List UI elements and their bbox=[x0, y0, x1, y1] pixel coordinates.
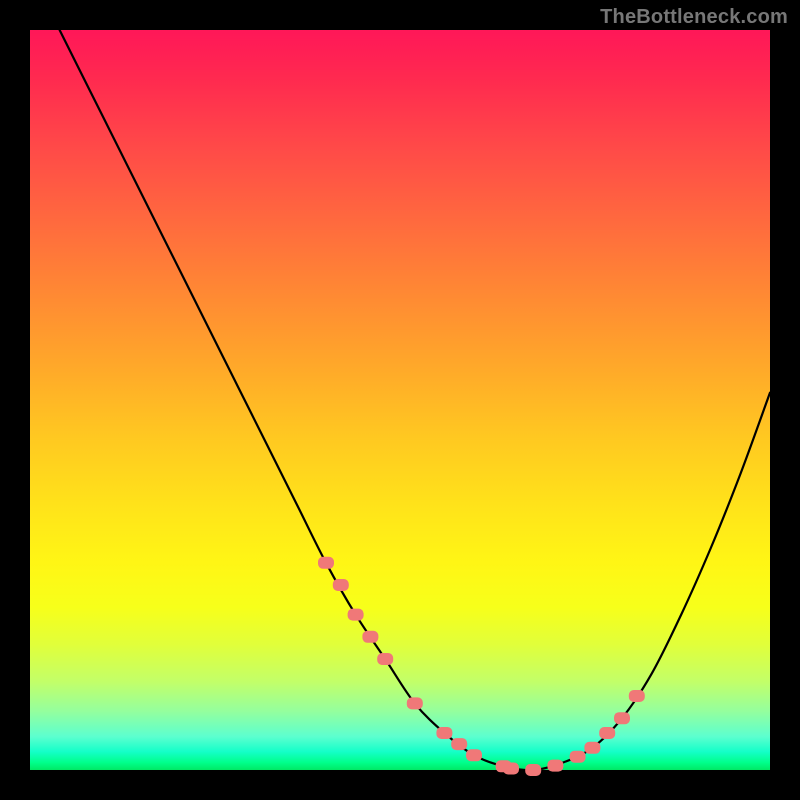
watermark-text: TheBottleneck.com bbox=[600, 6, 788, 29]
highlight-marker bbox=[362, 631, 378, 643]
highlight-marker bbox=[614, 712, 630, 724]
highlight-marker bbox=[503, 763, 519, 775]
chart-container: TheBottleneck.com bbox=[0, 0, 800, 800]
highlight-marker bbox=[466, 749, 482, 761]
highlight-marker bbox=[629, 690, 645, 702]
highlight-marker bbox=[333, 579, 349, 591]
highlight-marker bbox=[436, 727, 452, 739]
highlight-marker bbox=[377, 653, 393, 665]
highlight-marker bbox=[407, 697, 423, 709]
curve-layer bbox=[30, 30, 770, 770]
highlight-marker bbox=[570, 751, 586, 763]
highlight-marker bbox=[348, 609, 364, 621]
highlight-marker bbox=[599, 727, 615, 739]
highlight-marker bbox=[451, 738, 467, 750]
highlight-markers bbox=[318, 557, 645, 776]
highlight-marker bbox=[584, 742, 600, 754]
bottleneck-curve-line bbox=[60, 30, 770, 770]
highlight-marker bbox=[318, 557, 334, 569]
highlight-marker bbox=[547, 760, 563, 772]
highlight-marker bbox=[525, 764, 541, 776]
